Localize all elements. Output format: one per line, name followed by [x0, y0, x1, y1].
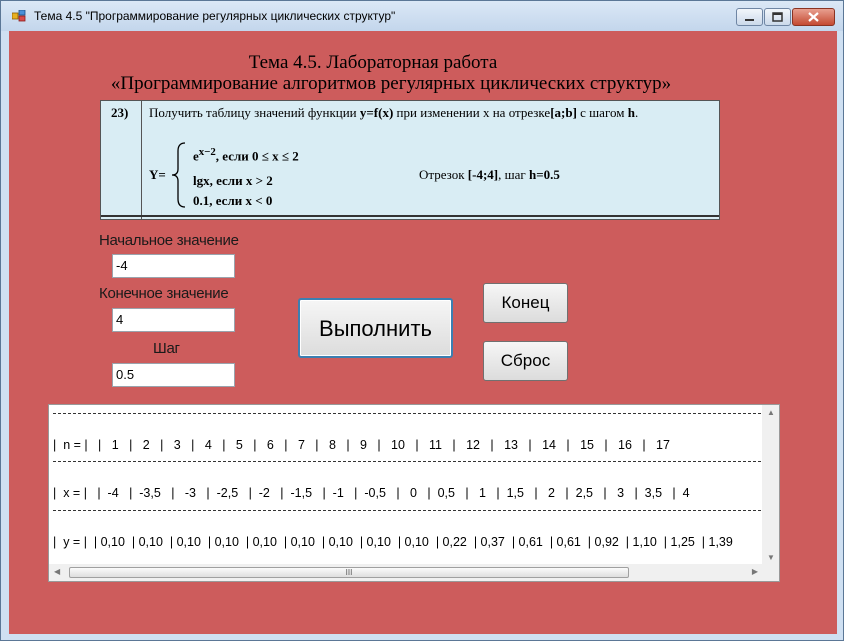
- scrollbar-corner: [762, 564, 779, 581]
- case-constant: 0.1, если x < 0: [193, 193, 273, 208]
- segment-info: Отрезок [-4;4], шаг h=0.5: [419, 167, 560, 182]
- exit-button[interactable]: Конец: [483, 283, 568, 323]
- end-value-input[interactable]: 4: [112, 308, 235, 332]
- horizontal-scrollbar[interactable]: ◀ III ▶: [49, 564, 763, 581]
- scroll-right-icon[interactable]: ▶: [752, 567, 758, 576]
- lab-title: Тема 4.5. Лабораторная работа: [248, 52, 498, 73]
- run-button[interactable]: Выполнить: [298, 298, 453, 358]
- task-column-divider: [141, 101, 142, 219]
- step-label: Шаг: [153, 340, 180, 357]
- task-number: 23): [111, 105, 129, 120]
- divider: [53, 413, 761, 414]
- n-row: | n = | | 1 | 2 | 3 | 4 | 5 | 6 | 7 | 8 …: [53, 438, 670, 452]
- maximize-button[interactable]: [764, 8, 791, 26]
- case-exponent: ex−2, если 0 ≤ x ≤ 2: [193, 146, 299, 164]
- y-row: | y = | | 0,10 | 0,10 | 0,10 | 0,10 | 0,…: [53, 535, 733, 549]
- close-icon: [808, 12, 819, 22]
- vertical-scrollbar[interactable]: ▲ ▼: [762, 405, 779, 565]
- x-row: | x = | | -4 | -3,5 | -3 | -2,5 | -2 | -…: [53, 486, 690, 500]
- horizontal-scroll-thumb[interactable]: III: [69, 567, 629, 578]
- divider: [53, 510, 761, 511]
- lab-subtitle: «Программирование алгоритмов регулярных …: [110, 73, 672, 94]
- divider: [53, 461, 761, 462]
- minimize-button[interactable]: [736, 8, 763, 26]
- task-bottom-rule: [101, 215, 719, 217]
- window-title: Тема 4.5 "Программирование регулярных ци…: [34, 9, 396, 23]
- start-value-input[interactable]: -4: [112, 254, 235, 278]
- function-label: Y=: [149, 167, 166, 182]
- task-description-box: 23) Получить таблицу значений функции y=…: [100, 100, 720, 220]
- title-bar[interactable]: Тема 4.5 "Программирование регулярных ци…: [1, 1, 843, 31]
- scroll-up-icon[interactable]: ▲: [767, 408, 775, 417]
- brace-icon: [171, 142, 186, 208]
- end-value-label: Конечное значение: [99, 285, 229, 302]
- reset-button[interactable]: Сброс: [483, 341, 568, 381]
- maximize-icon: [772, 12, 783, 22]
- start-value-label: Начальное значение: [99, 232, 239, 249]
- scroll-left-icon[interactable]: ◀: [54, 567, 60, 576]
- close-button[interactable]: [792, 8, 835, 26]
- results-textbox[interactable]: | n = | | 1 | 2 | 3 | 4 | 5 | 6 | 7 | 8 …: [48, 404, 780, 582]
- case-log: lgx, если x > 2: [193, 173, 273, 188]
- main-window: Тема 4.5 "Программирование регулярных ци…: [0, 0, 844, 641]
- minimize-icon: [745, 19, 754, 21]
- app-icon: [12, 10, 26, 22]
- scroll-down-icon[interactable]: ▼: [767, 553, 775, 562]
- step-input[interactable]: 0.5: [112, 363, 235, 387]
- task-text: Получить таблицу значений функции y=f(x)…: [149, 105, 639, 120]
